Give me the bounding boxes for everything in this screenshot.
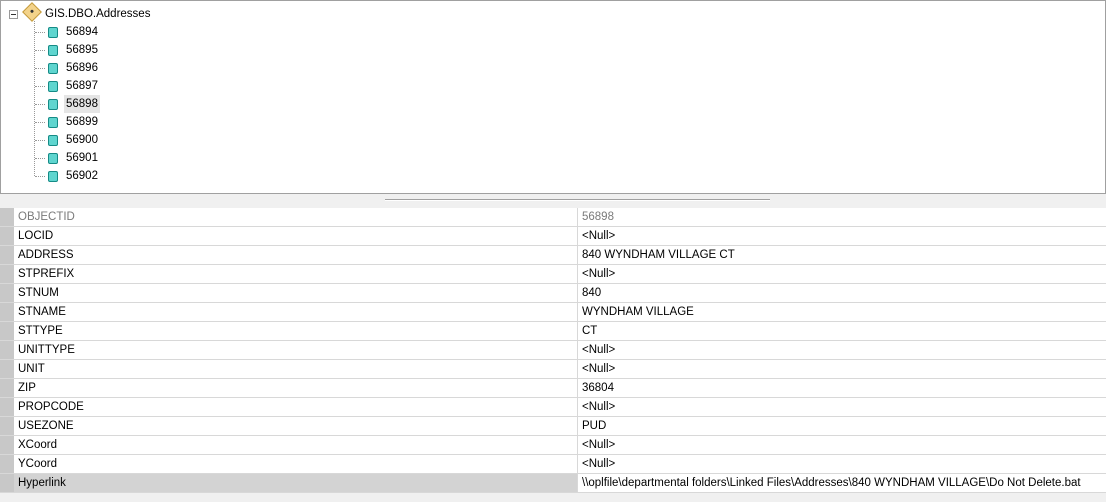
feature-icon <box>48 81 58 92</box>
tree-connector <box>35 158 45 159</box>
row-selector[interactable] <box>0 227 14 245</box>
field-value[interactable]: 840 WYNDHAM VILLAGE CT <box>578 246 1106 264</box>
field-name: LOCID <box>14 227 578 245</box>
tree-connector <box>35 86 45 87</box>
row-selector[interactable] <box>0 379 14 397</box>
field-name: STPREFIX <box>14 265 578 283</box>
row-selector[interactable] <box>0 341 14 359</box>
tree-item[interactable]: 56902 <box>64 167 100 185</box>
feature-icon <box>48 135 58 146</box>
tree-connector <box>34 21 35 176</box>
field-value[interactable]: <Null> <box>578 341 1106 359</box>
table-row[interactable]: USEZONE PUD <box>0 417 1106 436</box>
table-row[interactable]: ZIP 36804 <box>0 379 1106 398</box>
field-name: Hyperlink <box>14 474 578 492</box>
table-row[interactable]: STPREFIX <Null> <box>0 265 1106 284</box>
table-row[interactable]: OBJECTID 56898 <box>0 208 1106 227</box>
table-row[interactable]: YCoord <Null> <box>0 455 1106 474</box>
table-row[interactable]: UNITTYPE <Null> <box>0 341 1106 360</box>
tree-item[interactable]: 56894 <box>64 23 100 41</box>
tree-item[interactable]: 56901 <box>64 149 100 167</box>
row-selector[interactable] <box>0 246 14 264</box>
field-value[interactable]: 36804 <box>578 379 1106 397</box>
tree-item[interactable]: 56895 <box>64 41 100 59</box>
feature-icon <box>48 171 58 182</box>
attribute-grid: OBJECTID 56898 LOCID <Null> ADDRESS 840 … <box>0 208 1106 493</box>
row-selector[interactable] <box>0 398 14 416</box>
field-name: STTYPE <box>14 322 578 340</box>
field-value[interactable]: <Null> <box>578 227 1106 245</box>
feature-icon <box>48 117 58 128</box>
row-selector[interactable] <box>0 474 14 492</box>
row-selector[interactable] <box>0 265 14 283</box>
row-selector[interactable] <box>0 303 14 321</box>
table-row[interactable]: Hyperlink \\oplfile\departmental folders… <box>0 474 1106 493</box>
field-name: PROPCODE <box>14 398 578 416</box>
feature-tree[interactable]: GIS.DBO.Addresses 56894 56895 56896 5689… <box>0 0 1106 194</box>
field-name: UNIT <box>14 360 578 378</box>
field-name: XCoord <box>14 436 578 454</box>
field-value[interactable]: <Null> <box>578 436 1106 454</box>
table-row[interactable]: LOCID <Null> <box>0 227 1106 246</box>
row-selector[interactable] <box>0 360 14 378</box>
table-row[interactable]: STNAME WYNDHAM VILLAGE <box>0 303 1106 322</box>
field-name: YCoord <box>14 455 578 473</box>
row-selector[interactable] <box>0 455 14 473</box>
tree-connector <box>35 176 45 177</box>
field-name: USEZONE <box>14 417 578 435</box>
tree-connector <box>35 140 45 141</box>
field-value[interactable]: PUD <box>578 417 1106 435</box>
feature-icon <box>48 27 58 38</box>
field-value[interactable]: \\oplfile\departmental folders\Linked Fi… <box>578 474 1106 492</box>
field-value: 56898 <box>582 211 614 223</box>
tree-connector <box>35 50 45 51</box>
field-name: OBJECTID <box>14 208 578 226</box>
field-name: UNITTYPE <box>14 341 578 359</box>
collapse-icon[interactable] <box>9 10 18 19</box>
tree-item[interactable]: 56900 <box>64 131 100 149</box>
field-value[interactable]: <Null> <box>578 360 1106 378</box>
field-name: ZIP <box>14 379 578 397</box>
tree-item[interactable]: 56899 <box>64 113 100 131</box>
table-row[interactable]: STNUM 840 <box>0 284 1106 303</box>
splitter-handle[interactable] <box>385 199 770 201</box>
table-row[interactable]: UNIT <Null> <box>0 360 1106 379</box>
table-row[interactable]: ADDRESS 840 WYNDHAM VILLAGE CT <box>0 246 1106 265</box>
tree-connector <box>35 32 45 33</box>
table-row[interactable]: XCoord <Null> <box>0 436 1106 455</box>
field-value[interactable]: 840 <box>578 284 1106 302</box>
table-row[interactable]: STTYPE CT <box>0 322 1106 341</box>
row-selector[interactable] <box>0 322 14 340</box>
field-value[interactable]: CT <box>578 322 1106 340</box>
field-value[interactable]: WYNDHAM VILLAGE <box>578 303 1106 321</box>
tree-connector <box>35 68 45 69</box>
row-selector[interactable] <box>0 417 14 435</box>
field-name: STNUM <box>14 284 578 302</box>
row-selector[interactable] <box>0 284 14 302</box>
table-row[interactable]: PROPCODE <Null> <box>0 398 1106 417</box>
feature-icon <box>48 99 58 110</box>
tree-connector <box>35 122 45 123</box>
tree-connector <box>35 104 45 105</box>
feature-icon <box>48 153 58 164</box>
row-selector[interactable] <box>0 208 14 226</box>
tree-item[interactable]: 56898 <box>64 95 100 113</box>
tree-item[interactable]: 56896 <box>64 59 100 77</box>
field-name: ADDRESS <box>14 246 578 264</box>
field-value[interactable]: <Null> <box>578 265 1106 283</box>
tree-item[interactable]: 56897 <box>64 77 100 95</box>
field-name: STNAME <box>14 303 578 321</box>
layer-icon <box>22 2 42 22</box>
feature-icon <box>48 45 58 56</box>
field-value[interactable]: <Null> <box>578 398 1106 416</box>
field-value[interactable]: <Null> <box>578 455 1106 473</box>
feature-icon <box>48 63 58 74</box>
row-selector[interactable] <box>0 436 14 454</box>
tree-root-label[interactable]: GIS.DBO.Addresses <box>45 5 150 23</box>
